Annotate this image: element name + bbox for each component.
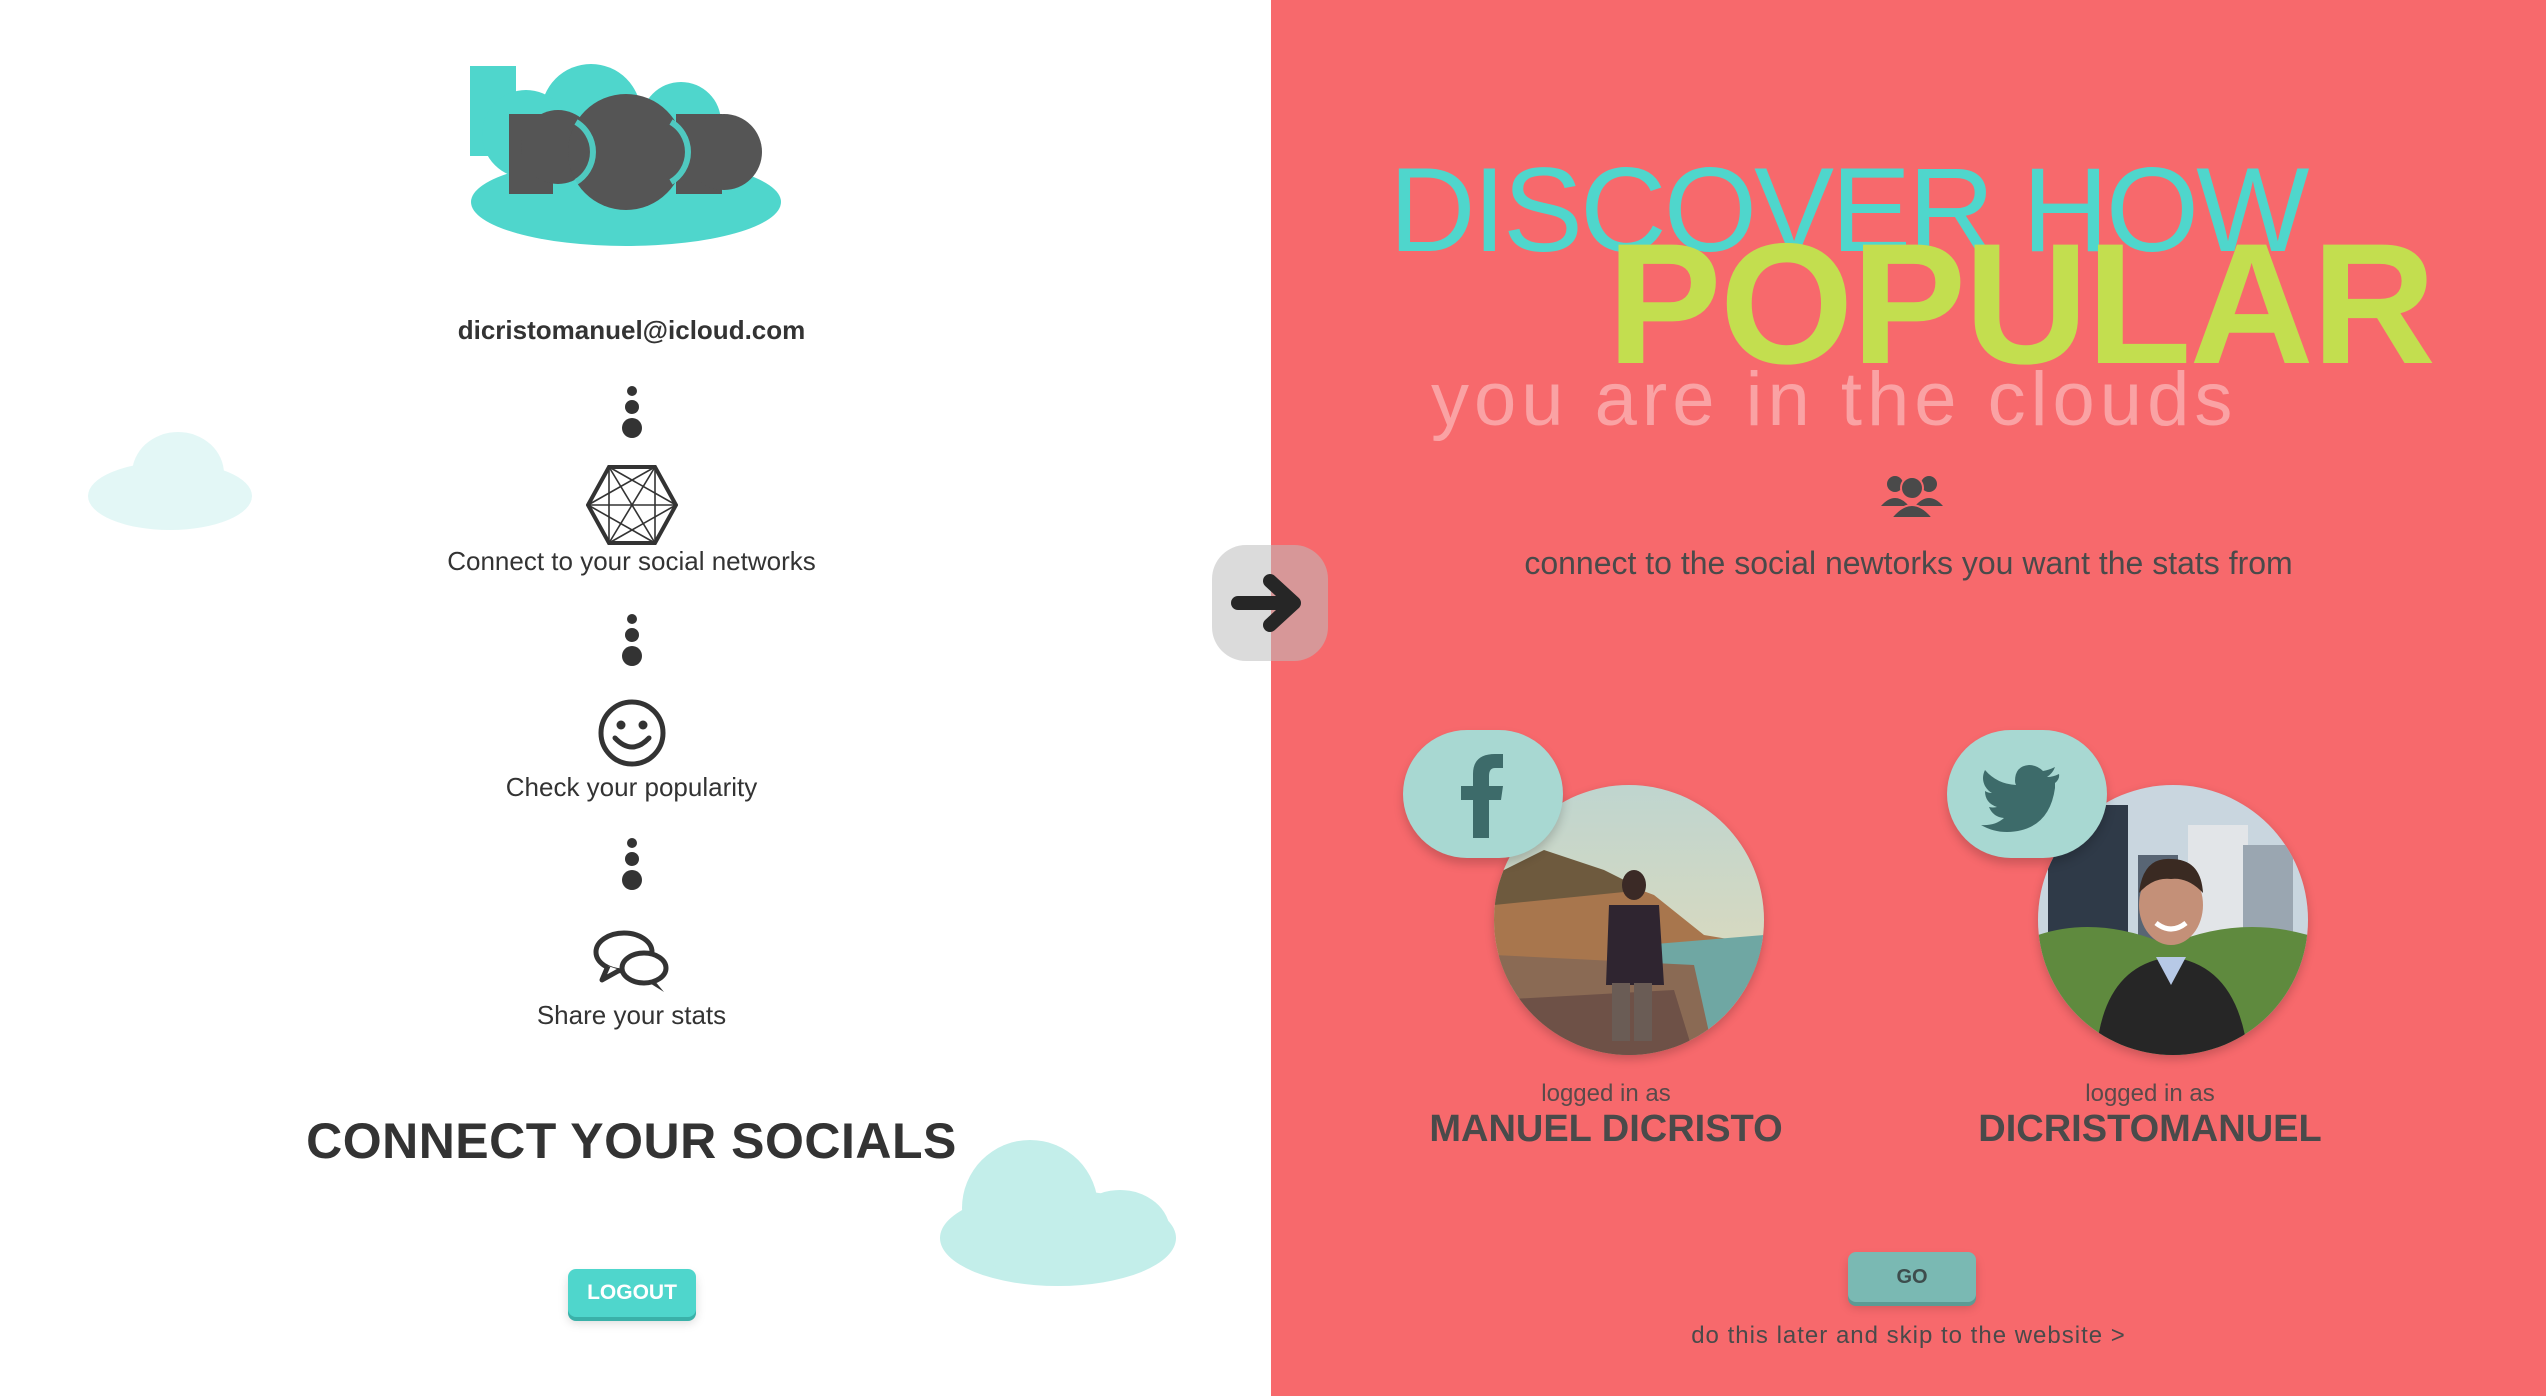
twitter-icon bbox=[1981, 765, 2060, 832]
connect-subtitle: connect to the social newtorks you want … bbox=[1524, 545, 2293, 581]
user-email: dicristomanuel@icloud.com bbox=[457, 315, 806, 345]
left-panel: dicristomanuel@icloud.com Connect to you… bbox=[0, 0, 1271, 1396]
facebook-username: MANUEL DICRISTO bbox=[1429, 1108, 1783, 1150]
bpop-logo bbox=[470, 64, 781, 246]
go-button[interactable]: GO bbox=[1848, 1252, 1976, 1302]
logged-in-label: logged in as bbox=[2085, 1080, 2215, 1107]
step-label-connect: Connect to your social networks bbox=[447, 546, 816, 576]
heading-clouds: you are in the clouds bbox=[1431, 357, 2238, 442]
logged-in-label: logged in as bbox=[1541, 1080, 1671, 1107]
facebook-connect-button[interactable] bbox=[1403, 730, 1563, 858]
step-label-check: Check your popularity bbox=[505, 772, 758, 802]
step-connector bbox=[617, 614, 647, 670]
skip-link[interactable]: do this later and skip to the website > bbox=[1271, 1322, 2546, 1350]
account-facebook: logged in as MANUEL DICRISTO bbox=[1403, 730, 1786, 1190]
logout-button[interactable]: LOGOUT bbox=[568, 1269, 696, 1317]
smiley-icon bbox=[598, 699, 666, 767]
arrow-right-icon bbox=[1231, 574, 1301, 632]
twitter-connect-button[interactable] bbox=[1947, 730, 2107, 858]
chat-bubbles-icon bbox=[593, 930, 669, 992]
right-panel: DISCOVER HOW POPULAR you are in the clou… bbox=[1271, 0, 2546, 1396]
step-connector bbox=[617, 386, 647, 442]
twitter-username: DICRISTOMANUEL bbox=[1978, 1108, 2322, 1150]
next-arrow-button[interactable] bbox=[1212, 545, 1328, 661]
account-twitter: logged in as DICRISTOMANUEL bbox=[1947, 730, 2330, 1190]
cloud-decoration bbox=[88, 432, 252, 536]
step-connector bbox=[617, 838, 647, 894]
network-icon bbox=[586, 465, 678, 545]
cloud-decoration bbox=[940, 1140, 1176, 1290]
facebook-icon bbox=[1461, 754, 1503, 838]
group-icon bbox=[1881, 476, 1943, 519]
step-label-share: Share your stats bbox=[536, 1000, 727, 1030]
